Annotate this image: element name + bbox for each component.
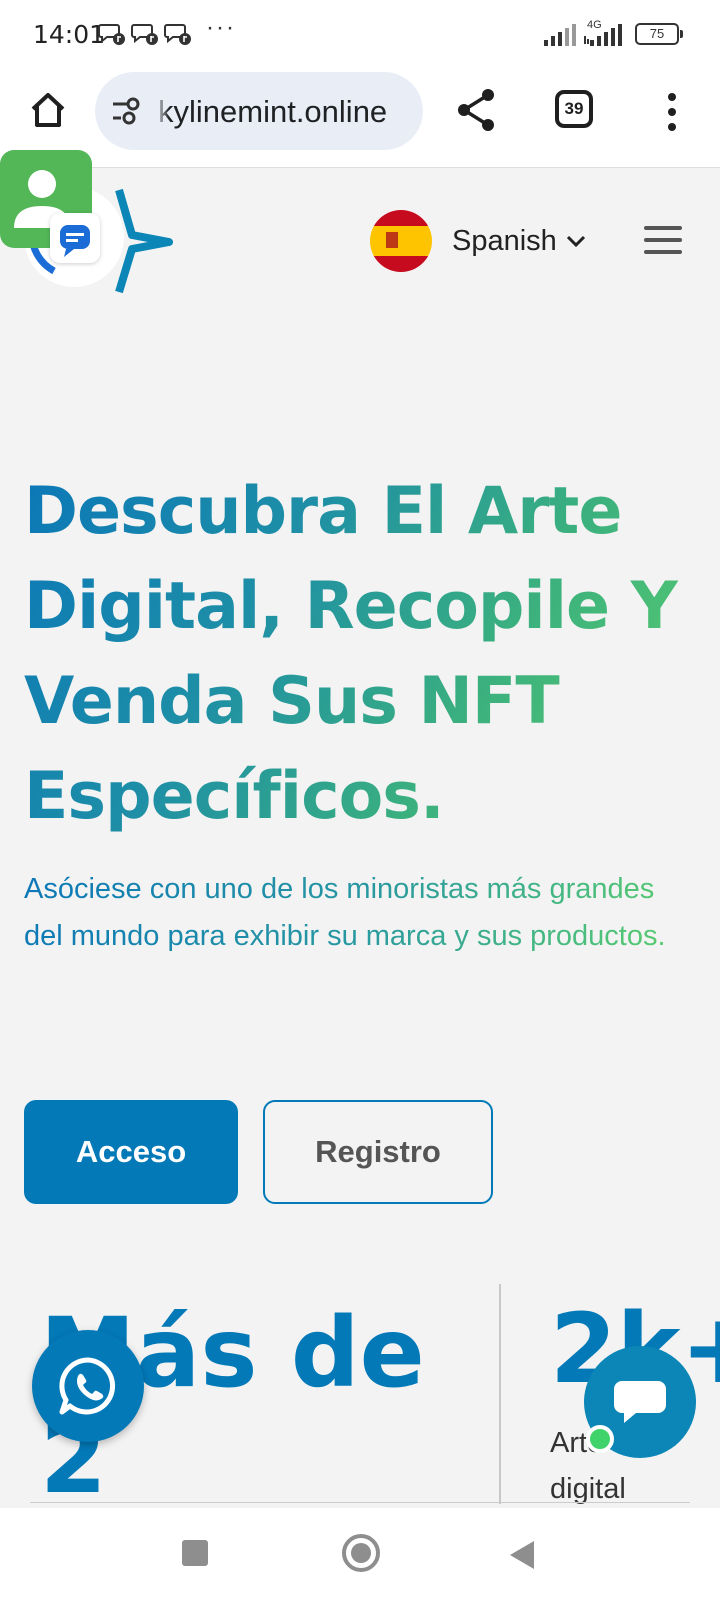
hero-title: Descubra El Arte Digital, Recopile Y Ven… (24, 464, 694, 844)
phone-screen: 14:01 ··· 4G 75 kylinemint.online 39 Spa… (0, 0, 720, 1600)
system-nav-bar (0, 1508, 720, 1600)
chat-bubble-icon (614, 1381, 666, 1423)
url-fade (155, 72, 169, 150)
chevron-down-icon[interactable] (566, 234, 586, 248)
status-time: 14:01 (33, 20, 106, 49)
hero-subtitle: Asóciese con uno de los minoristas más g… (24, 866, 694, 960)
recents-button[interactable] (182, 1540, 208, 1566)
whatsapp-button[interactable] (32, 1330, 144, 1442)
home-dot-icon (351, 1543, 371, 1563)
battery-level: 75 (649, 26, 665, 41)
chat-online-indicator (586, 1425, 614, 1453)
login-button[interactable]: Acceso (24, 1100, 238, 1204)
stat-bottom-divider (30, 1502, 690, 1503)
status-bar: 14:01 ··· 4G 75 (0, 0, 720, 68)
more-notifications-icon: ··· (206, 14, 236, 41)
back-button[interactable] (510, 1541, 534, 1569)
signal-strength-icon (544, 24, 576, 46)
spain-flag-icon[interactable] (370, 210, 432, 272)
wechat-notification-icon (98, 24, 125, 45)
whatsapp-icon (59, 1357, 116, 1415)
browser-toolbar: kylinemint.online 39 (0, 68, 720, 168)
home-icon (31, 93, 65, 127)
more-options-icon[interactable] (660, 90, 684, 134)
tab-switcher-button[interactable]: 39 (555, 90, 593, 128)
signal-strength-icon (584, 24, 622, 46)
stat-divider (499, 1284, 501, 1504)
messages-overlay-icon[interactable] (50, 213, 100, 263)
wechat-notification-icon (164, 24, 191, 45)
browser-home-button[interactable] (24, 86, 72, 134)
site-settings-icon[interactable] (111, 96, 143, 126)
battery-tip (680, 30, 683, 38)
system-home-button[interactable] (342, 1534, 380, 1572)
battery-icon: 75 (635, 23, 679, 45)
wechat-notification-icon (131, 24, 158, 45)
register-button[interactable]: Registro (263, 1100, 493, 1204)
hamburger-menu-button[interactable] (644, 226, 682, 254)
share-icon[interactable] (452, 86, 500, 134)
address-bar[interactable]: kylinemint.online (95, 72, 423, 150)
url-text: kylinemint.online (158, 94, 388, 129)
language-selector[interactable]: Spanish (452, 225, 557, 258)
